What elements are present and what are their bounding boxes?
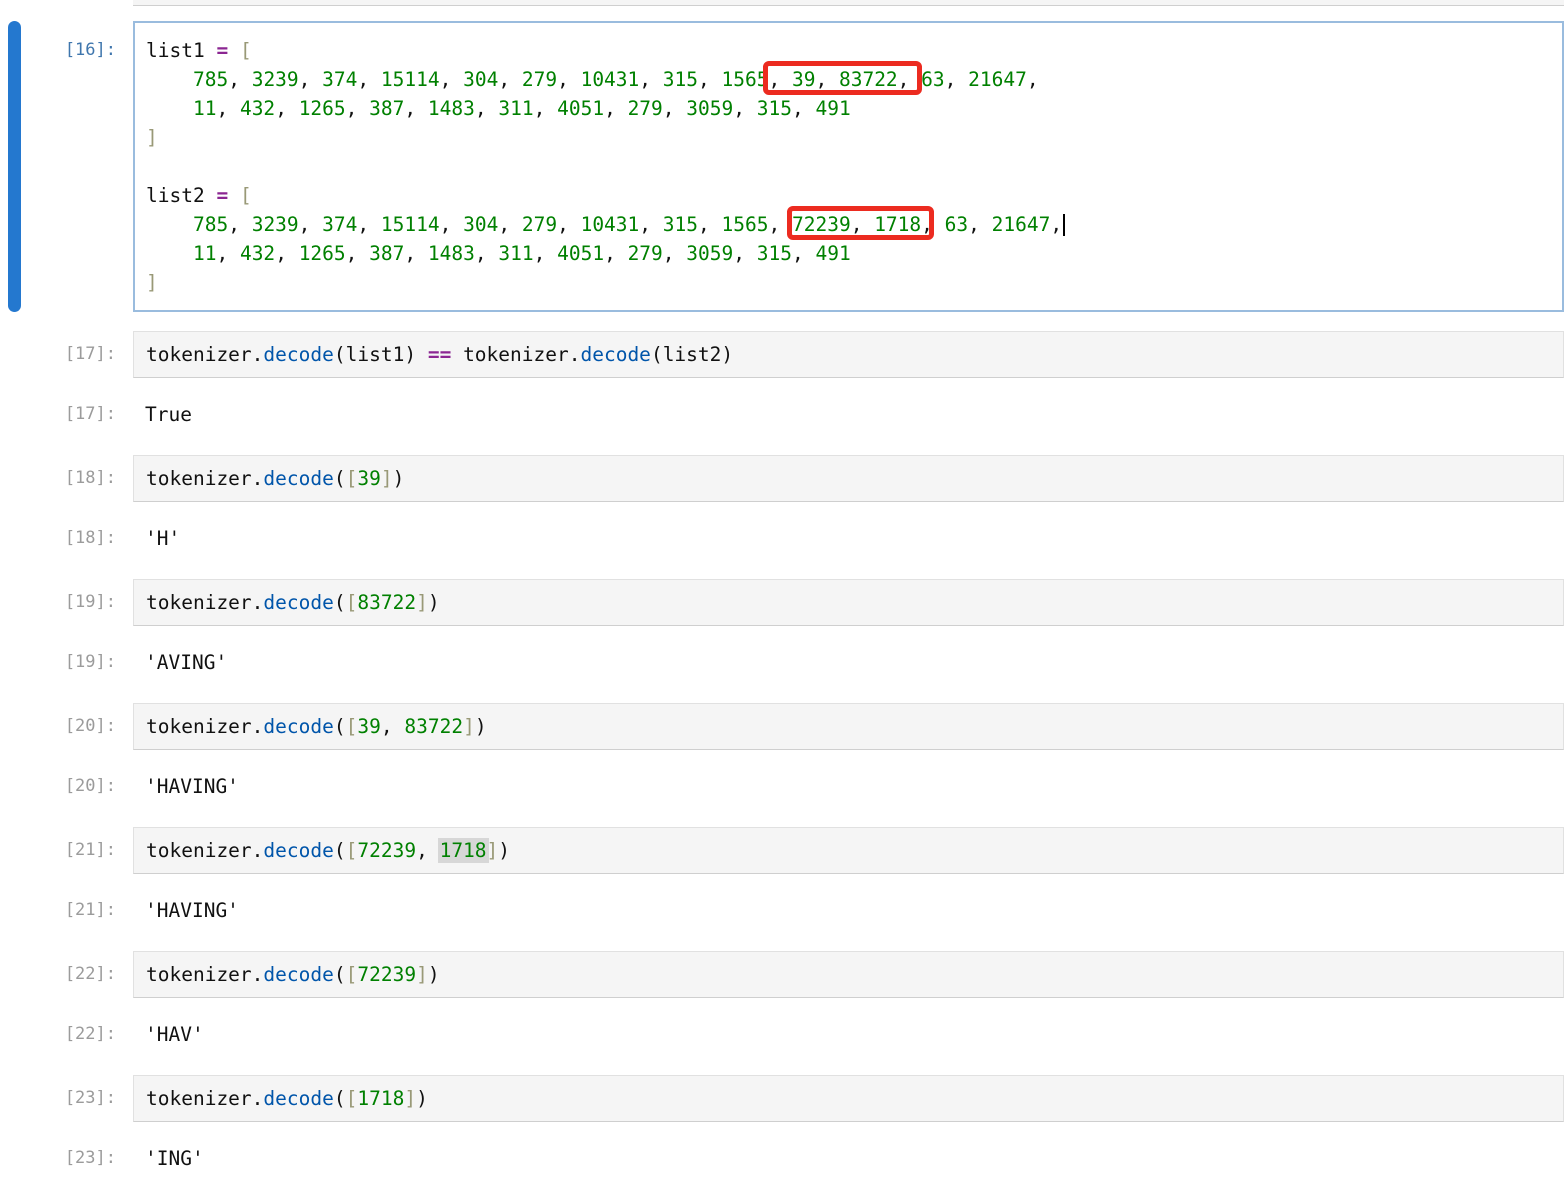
output-text-17: True [133,400,1564,429]
code-editor-21[interactable]: tokenizer.decode([72239, 1718]) [133,827,1564,874]
code-line: tokenizer.decode([72239, 1718]) [146,836,1563,865]
code-cell-16[interactable]: [16]: list1 = [ 785, 3239, 374, 15114, 3… [0,21,1564,312]
code-editor-20[interactable]: tokenizer.decode([39, 83722]) [133,703,1564,750]
code-cell-18[interactable]: [18]: tokenizer.decode([39]) [0,455,1564,502]
code-line: tokenizer.decode([1718]) [146,1084,1563,1113]
highlighted-token: 1718 [438,838,489,863]
code-line: 11, 432, 1265, 387, 1483, 311, 4051, 279… [146,239,1562,268]
output-area-22: [22]: 'HAV' [0,1020,1564,1049]
input-prompt-18: [18]: [0,455,133,502]
output-prompt-17: [17]: [0,400,133,429]
code-cell-20[interactable]: [20]: tokenizer.decode([39, 83722]) [0,703,1564,750]
output-area-17: [17]: True [0,400,1564,429]
output-text-20: 'HAVING' [133,772,1564,801]
red-annotation-box: 72239, 1718 [792,213,921,236]
input-prompt-19: [19]: [0,579,133,626]
code-line: 785, 3239, 374, 15114, 304, 279, 10431, … [146,65,1562,94]
output-prompt-20: [20]: [0,772,133,801]
output-text-21: 'HAVING' [133,896,1564,925]
output-text-18: 'H' [133,524,1564,553]
code-editor-16[interactable]: list1 = [ 785, 3239, 374, 15114, 304, 27… [133,21,1564,312]
active-cell-collapser-bar[interactable] [8,21,21,312]
output-text-23: 'ING' [133,1144,1564,1173]
code-line: tokenizer.decode([39]) [146,464,1563,493]
code-cell-22[interactable]: [22]: tokenizer.decode([72239]) [0,951,1564,998]
code-line: tokenizer.decode([39, 83722]) [146,712,1563,741]
input-prompt-23: [23]: [0,1075,133,1122]
code-cell-21[interactable]: [21]: tokenizer.decode([72239, 1718]) [0,827,1564,874]
output-prompt-18: [18]: [0,524,133,553]
code-editor-17[interactable]: tokenizer.decode(list1) == tokenizer.dec… [133,331,1564,378]
code-cell-19[interactable]: [19]: tokenizer.decode([83722]) [0,579,1564,626]
input-prompt-17: [17]: [0,331,133,378]
output-area-21: [21]: 'HAVING' [0,896,1564,925]
code-line [146,152,1562,181]
code-cell-17[interactable]: [17]: tokenizer.decode(list1) == tokeniz… [0,331,1564,378]
code-line: tokenizer.decode(list1) == tokenizer.dec… [146,340,1563,369]
code-cell-23[interactable]: [23]: tokenizer.decode([1718]) [0,1075,1564,1122]
output-text-19: 'AVING' [133,648,1564,677]
output-prompt-22: [22]: [0,1020,133,1049]
code-editor-19[interactable]: tokenizer.decode([83722]) [133,579,1564,626]
output-prompt-23: [23]: [0,1144,133,1173]
code-line: ] [146,268,1562,297]
input-prompt-20: [20]: [0,703,133,750]
code-line: ] [146,123,1562,152]
output-area-20: [20]: 'HAVING' [0,772,1564,801]
code-line: tokenizer.decode([83722]) [146,588,1563,617]
notebook: [16]: list1 = [ 785, 3239, 374, 15114, 3… [0,0,1564,1173]
input-prompt-22: [22]: [0,951,133,998]
output-area-19: [19]: 'AVING' [0,648,1564,677]
code-editor-18[interactable]: tokenizer.decode([39]) [133,455,1564,502]
code-line: 785, 3239, 374, 15114, 304, 279, 10431, … [146,210,1562,239]
output-text-22: 'HAV' [133,1020,1564,1049]
red-annotation-box: , 39, 83722, [768,68,909,91]
output-area-18: [18]: 'H' [0,524,1564,553]
input-prompt-21: [21]: [0,827,133,874]
code-line: 11, 432, 1265, 387, 1483, 311, 4051, 279… [146,94,1562,123]
output-area-23: [23]: 'ING' [0,1144,1564,1173]
code-line: list2 = [ [146,181,1562,210]
output-prompt-19: [19]: [0,648,133,677]
output-prompt-21: [21]: [0,896,133,925]
code-line: list1 = [ [146,36,1562,65]
text-cursor [1063,214,1065,236]
code-editor-23[interactable]: tokenizer.decode([1718]) [133,1075,1564,1122]
code-line: tokenizer.decode([72239]) [146,960,1563,989]
previous-cell-partial-editor[interactable] [133,0,1564,6]
code-editor-22[interactable]: tokenizer.decode([72239]) [133,951,1564,998]
